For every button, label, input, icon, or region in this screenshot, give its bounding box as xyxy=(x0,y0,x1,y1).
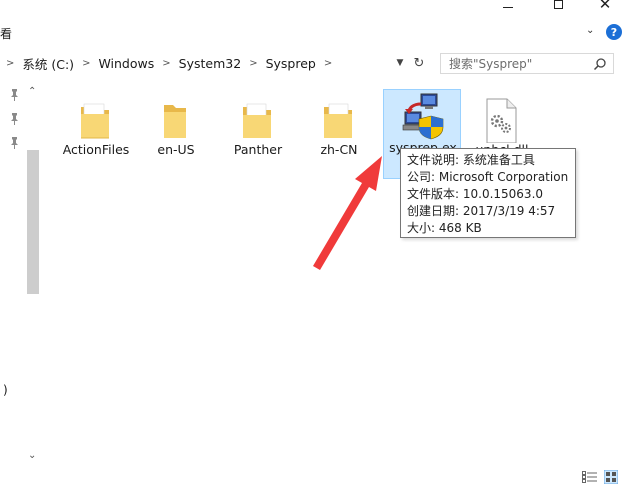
tooltip-version: 文件版本: 10.0.15063.0 xyxy=(407,187,544,201)
breadcrumb-separator-icon[interactable]: > xyxy=(249,58,257,69)
file-info-tooltip: 文件说明: 系统准备工具 公司: Microsoft Corporation 文… xyxy=(400,148,576,238)
breadcrumb-separator-icon[interactable]: > xyxy=(162,58,170,69)
breadcrumb-system32[interactable]: System32 xyxy=(179,56,242,71)
tooltip-company: 公司: Microsoft Corporation xyxy=(407,170,569,184)
pin-icon[interactable] xyxy=(10,137,19,149)
ribbon-expand-chevron-icon[interactable]: ⌄ xyxy=(586,25,594,36)
folder-icon xyxy=(164,105,186,138)
search-input[interactable]: 搜索"Sysprep" xyxy=(440,53,614,74)
pin-icon[interactable] xyxy=(10,89,19,101)
tooltip-size: 大小: 468 KB xyxy=(407,221,482,235)
search-placeholder: 搜索"Sysprep" xyxy=(449,57,533,71)
file-item-panther[interactable]: Panther xyxy=(219,93,297,175)
breadcrumb-drive[interactable]: 系统 (C:) xyxy=(22,54,74,73)
address-history-dropdown-icon[interactable]: ▼ xyxy=(391,52,409,74)
nav-item-partial[interactable]: ) xyxy=(3,383,8,397)
breadcrumb-separator-icon[interactable]: > xyxy=(82,58,90,69)
large-icons-view-icon[interactable] xyxy=(604,470,618,484)
file-item-actionfiles[interactable]: ActionFiles xyxy=(57,93,135,175)
minimize-button[interactable] xyxy=(485,0,531,14)
nav-scrollbar-thumb[interactable] xyxy=(27,150,39,294)
file-item-en-us[interactable]: en-US xyxy=(137,93,215,175)
help-icon[interactable]: ? xyxy=(606,24,622,40)
annotation-arrow-icon xyxy=(313,156,382,270)
file-name: en-US xyxy=(157,142,195,157)
minimize-icon xyxy=(503,6,513,8)
folder-icon xyxy=(81,103,109,139)
nav-scroll-down-icon[interactable]: ⌄ xyxy=(28,450,36,461)
tooltip-description: 文件说明: 系统准备工具 xyxy=(407,153,535,167)
nav-scroll-up-icon[interactable]: ⌃ xyxy=(28,86,36,97)
sysprep-exe-icon xyxy=(402,93,444,140)
ribbon-tab-view[interactable]: 看 xyxy=(0,25,12,42)
folder-icon xyxy=(243,103,271,138)
maximize-icon xyxy=(553,0,563,9)
address-bar[interactable]: > 系统 (C:) > Windows > System32 > Sysprep… xyxy=(0,52,432,74)
breadcrumb-separator-icon: > xyxy=(6,57,15,69)
search-icon[interactable] xyxy=(593,57,607,71)
close-icon: ✕ xyxy=(598,0,612,13)
tooltip-created: 创建日期: 2017/3/19 4:57 xyxy=(407,204,556,218)
refresh-icon[interactable]: ↻ xyxy=(409,52,429,74)
file-name: ActionFiles xyxy=(62,142,130,157)
breadcrumb-windows[interactable]: Windows xyxy=(98,56,154,71)
breadcrumb-separator-icon[interactable]: > xyxy=(324,58,332,69)
details-view-icon[interactable] xyxy=(582,471,597,483)
file-name: Panther xyxy=(233,142,283,157)
pin-icon[interactable] xyxy=(10,113,19,125)
close-button[interactable]: ✕ xyxy=(582,0,628,14)
dll-file-icon xyxy=(486,98,517,143)
maximize-button[interactable] xyxy=(535,0,581,14)
breadcrumb-sysprep[interactable]: Sysprep xyxy=(266,56,316,71)
folder-icon xyxy=(324,103,352,138)
